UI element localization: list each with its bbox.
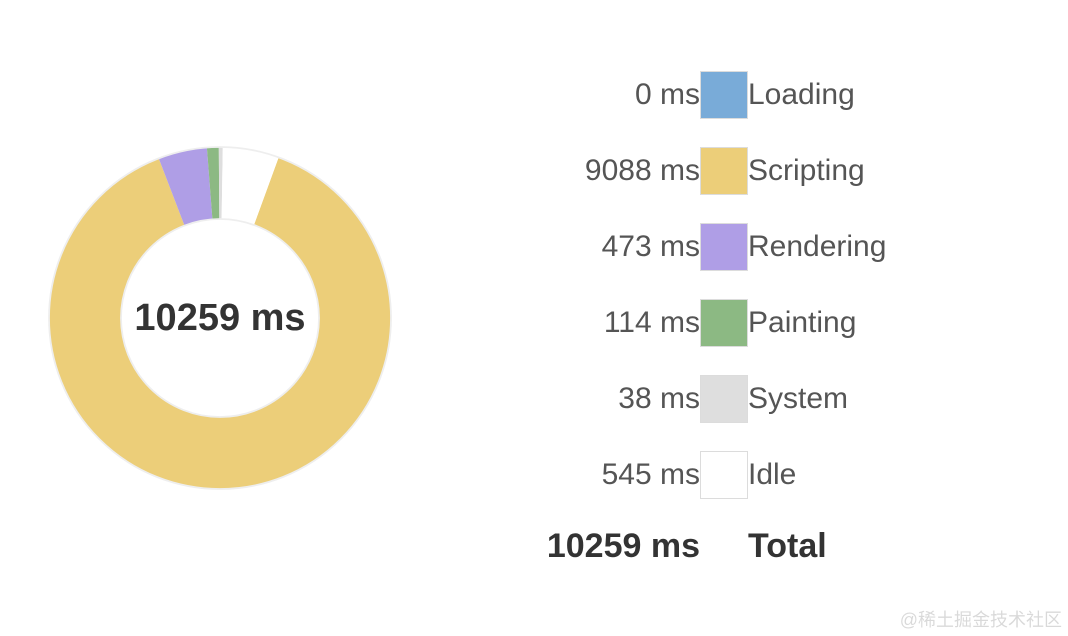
legend-swatch-loading — [700, 71, 748, 119]
legend-swatch-rendering — [700, 223, 748, 271]
legend-value: 0 ms — [440, 71, 700, 119]
legend-value: 38 ms — [440, 375, 700, 423]
donut-center-total: 10259 ms — [40, 138, 400, 498]
legend-value: 114 ms — [440, 299, 700, 347]
legend-total-value: 10259 ms — [440, 527, 700, 566]
legend-row-total: 10259 ms Total — [440, 527, 886, 566]
legend-table: 0 ms Loading 9088 ms Scripting 473 ms Renderi… — [440, 43, 886, 594]
legend-label: Rendering — [748, 223, 886, 271]
legend-swatch-scripting — [700, 147, 748, 195]
legend-swatch-idle — [700, 451, 748, 499]
legend-row-system: 38 ms System — [440, 375, 886, 423]
legend-total-label: Total — [748, 527, 886, 566]
legend-label: Painting — [748, 299, 886, 347]
legend-label: Loading — [748, 71, 886, 119]
legend-label: Idle — [748, 451, 886, 499]
legend-swatch-painting — [700, 299, 748, 347]
legend-value: 545 ms — [440, 451, 700, 499]
legend-row-scripting: 9088 ms Scripting — [440, 147, 886, 195]
legend-label: System — [748, 375, 886, 423]
legend-row-rendering: 473 ms Rendering — [440, 223, 886, 271]
donut-chart-container: 10259 ms — [0, 138, 440, 498]
legend-row-painting: 114 ms Painting — [440, 299, 886, 347]
legend-row-loading: 0 ms Loading — [440, 71, 886, 119]
legend-value: 473 ms — [440, 223, 700, 271]
legend-label: Scripting — [748, 147, 886, 195]
legend-row-idle: 545 ms Idle — [440, 451, 886, 499]
legend-swatch-system — [700, 375, 748, 423]
legend-value: 9088 ms — [440, 147, 700, 195]
